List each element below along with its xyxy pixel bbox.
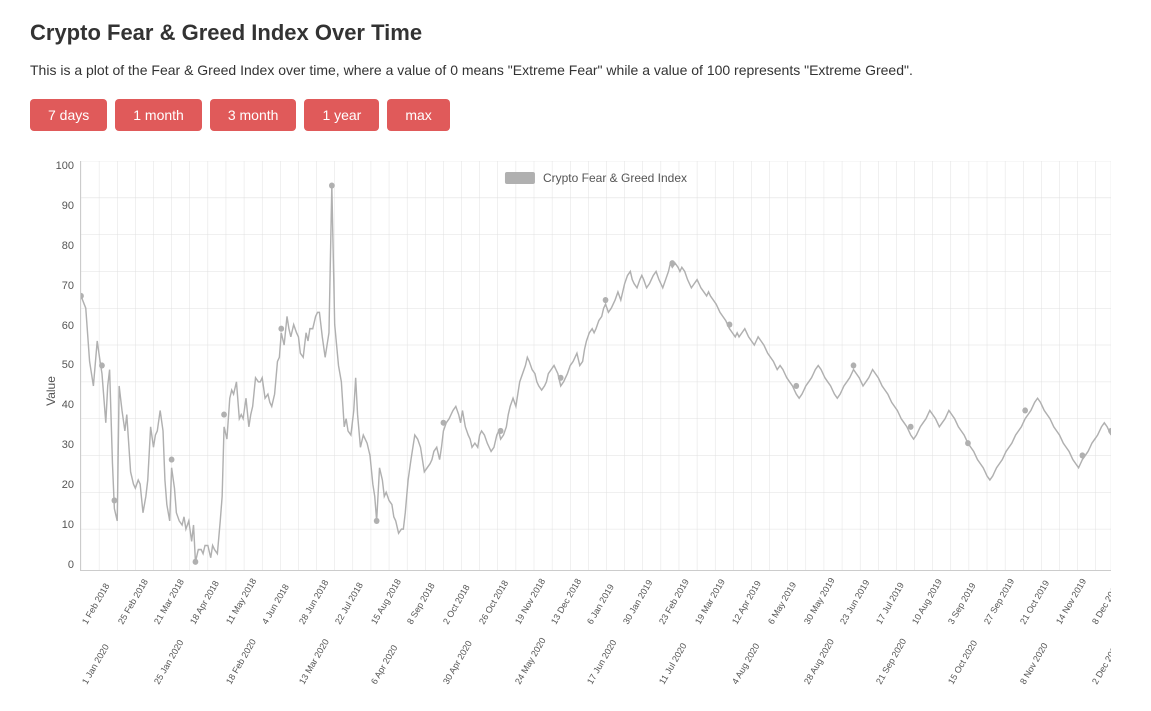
y-axis: 0 10 20 30 40 50 60 70 80 90 100 <box>30 161 80 571</box>
x-label: 18 Apr 2018 <box>188 579 221 626</box>
y-label-10: 10 <box>30 520 80 531</box>
x-label: 10 Aug 2019 <box>910 577 944 626</box>
chart-svg <box>81 161 1111 570</box>
y-label-70: 70 <box>30 281 80 292</box>
x-label: 2 Dec 2020 <box>1090 641 1111 686</box>
y-label-50: 50 <box>30 360 80 371</box>
y-label-80: 80 <box>30 241 80 252</box>
page-description: This is a plot of the Fear & Greed Index… <box>30 60 1121 81</box>
legend-label: Crypto Fear & Greed Index <box>543 171 687 185</box>
y-label-60: 60 <box>30 321 80 332</box>
x-label: 26 Oct 2018 <box>477 579 510 626</box>
x-label: 25 Jan 2020 <box>152 638 185 686</box>
x-label: 23 Jun 2019 <box>838 578 871 626</box>
btn-1year[interactable]: 1 year <box>304 99 379 131</box>
x-label: 3 Sep 2019 <box>946 581 978 626</box>
x-label: 28 Jun 2018 <box>297 578 330 626</box>
x-label: 30 May 2019 <box>802 576 837 626</box>
x-label: 21 Mar 2018 <box>152 577 186 626</box>
x-label: 11 Jul 2020 <box>657 641 689 686</box>
btn-max[interactable]: max <box>387 99 449 131</box>
x-label: 22 Jul 2018 <box>333 581 365 626</box>
y-label-20: 20 <box>30 480 80 491</box>
x-label: 11 May 2018 <box>224 577 258 626</box>
y-label-90: 90 <box>30 201 80 212</box>
x-label: 13 Mar 2020 <box>297 637 331 686</box>
x-label: 1 Feb 2018 <box>80 582 111 626</box>
x-label: 19 Nov 2018 <box>513 577 547 626</box>
x-label: 18 Feb 2020 <box>224 637 258 686</box>
x-label: 30 Apr 2020 <box>441 639 474 686</box>
x-axis-labels: 1 Feb 2018 25 Feb 2018 21 Mar 2018 18 Ap… <box>80 571 1111 631</box>
x-label: 14 Nov 2019 <box>1054 577 1088 626</box>
btn-3month[interactable]: 3 month <box>210 99 297 131</box>
x-label: 13 Dec 2018 <box>549 577 583 626</box>
chart-legend: Crypto Fear & Greed Index <box>505 171 687 185</box>
x-label: 21 Oct 2019 <box>1018 579 1051 626</box>
x-label: 1 Jan 2020 <box>80 642 111 686</box>
x-label: 28 Aug 2020 <box>802 637 836 686</box>
x-label: 4 Aug 2020 <box>730 642 761 686</box>
x-label: 2 Oct 2018 <box>441 583 472 626</box>
x-label: 15 Oct 2020 <box>946 639 979 686</box>
y-label-30: 30 <box>30 440 80 451</box>
x-label: 23 Feb 2019 <box>657 577 691 626</box>
x-label: 6 May 2019 <box>766 580 798 626</box>
y-label-40: 40 <box>30 400 80 411</box>
legend-swatch <box>505 172 535 184</box>
btn-7days[interactable]: 7 days <box>30 99 107 131</box>
x-label: 8 Nov 2020 <box>1018 641 1050 686</box>
x-label: 30 Jan 2019 <box>621 578 654 626</box>
y-label-0: 0 <box>30 560 80 571</box>
x-label: 15 Aug 2018 <box>369 577 403 626</box>
x-label: 4 Jun 2018 <box>260 582 291 626</box>
x-label: 19 Mar 2019 <box>693 577 727 626</box>
x-label: 25 Feb 2018 <box>116 577 150 626</box>
x-label: 6 Jan 2019 <box>585 582 616 626</box>
x-label: 6 Apr 2020 <box>369 643 399 686</box>
x-label: 17 Jul 2019 <box>874 581 906 626</box>
chart-container: Value 0 10 20 30 40 50 60 70 80 90 100 C… <box>30 151 1121 631</box>
x-label: 24 May 2020 <box>513 636 548 686</box>
x-label: 21 Sep 2020 <box>874 637 908 686</box>
page-title: Crypto Fear & Greed Index Over Time <box>30 20 1121 46</box>
chart-plot-area: Crypto Fear & Greed Index <box>80 161 1111 571</box>
y-label-100: 100 <box>30 161 80 172</box>
btn-1month[interactable]: 1 month <box>115 99 202 131</box>
x-axis-labels-2: 1 Jan 2020 25 Jan 2020 18 Feb 2020 13 Ma… <box>80 631 1111 691</box>
x-label: 8 Sep 2018 <box>405 581 437 626</box>
x-label: 27 Sep 2019 <box>982 577 1016 626</box>
x-label: 12 Apr 2019 <box>730 579 763 626</box>
time-range-buttons: 7 days 1 month 3 month 1 year max <box>30 99 1121 131</box>
x-label: 8 Dec 2019 <box>1090 581 1111 626</box>
x-label: 17 Jun 2020 <box>585 638 618 686</box>
